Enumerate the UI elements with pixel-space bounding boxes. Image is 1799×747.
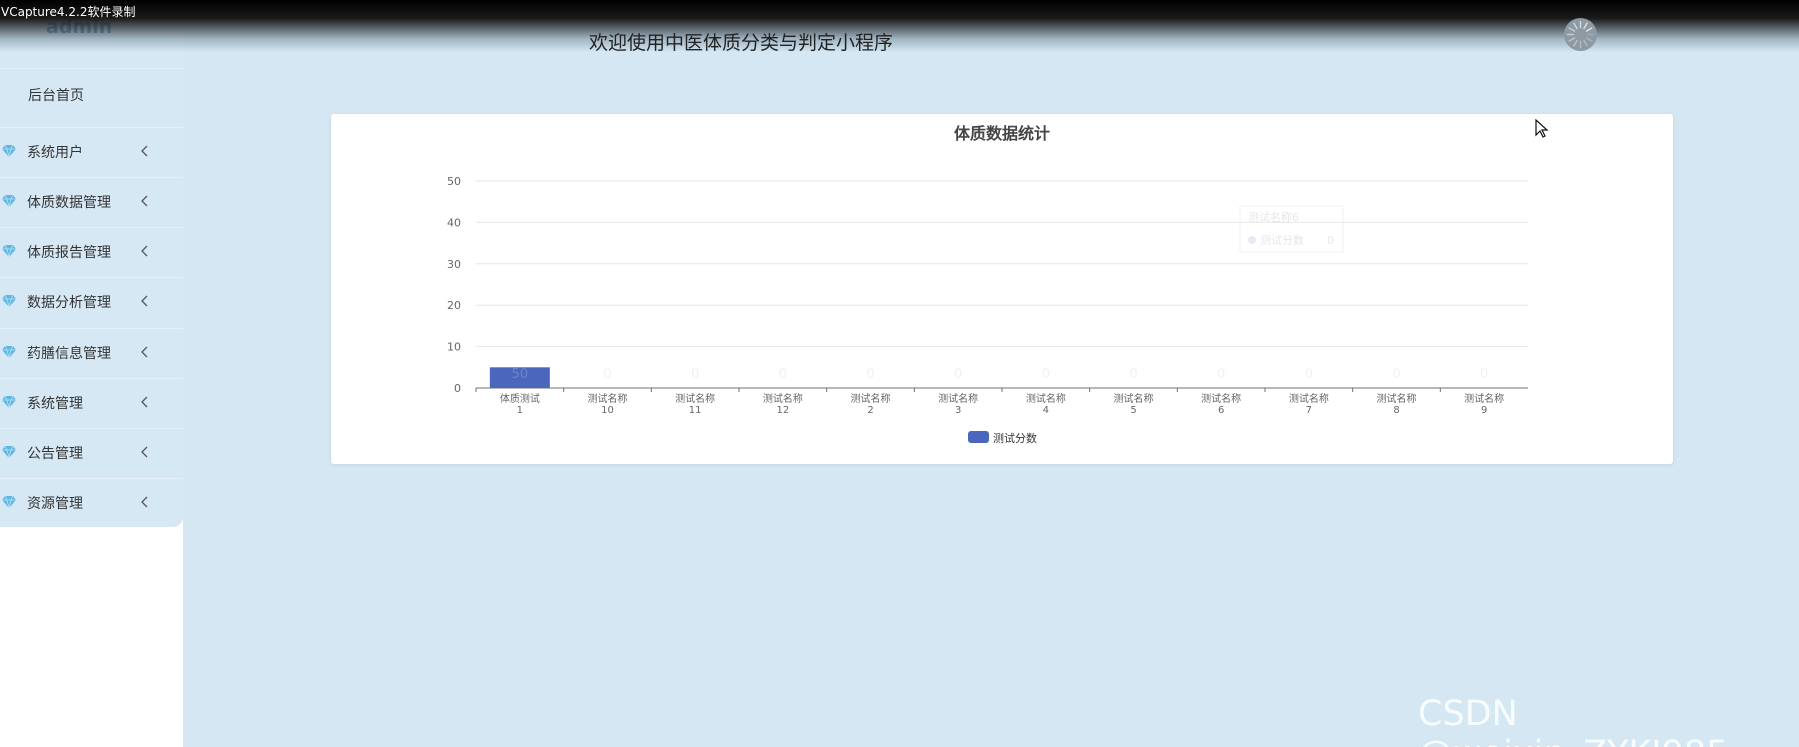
x-tick-label: 测试名称 (1201, 392, 1241, 405)
bar-chart: 体质数据统计0102030405050体质测试10测试名称100测试名称110测… (447, 124, 1528, 445)
sidebar-item-label: 数据分析管理 (27, 294, 111, 311)
data-label: 0 (1042, 367, 1050, 382)
sidebar-item-label: 公告管理 (27, 445, 83, 462)
x-tick-label: 测试名称 (1114, 392, 1154, 405)
y-tick-label: 10 (447, 341, 461, 354)
sidebar-item-label: 体质数据管理 (27, 194, 111, 211)
x-tick-label: 9 (1481, 405, 1487, 416)
sidebar-item-label: 系统用户 (27, 144, 83, 161)
tooltip-series: 测试分数 (1260, 234, 1304, 247)
diamond-icon (2, 496, 16, 508)
watermark: CSDN @weixin_ZYKJ985 (1418, 694, 1728, 747)
y-tick-label: 20 (447, 299, 461, 312)
sidebar-item[interactable]: 数据分析管理 (0, 277, 183, 325)
sidebar-item[interactable]: 体质数据管理 (0, 177, 183, 225)
x-tick-label: 5 (1130, 405, 1136, 416)
page-title: 欢迎使用中医体质分类与判定小程序 (589, 32, 894, 54)
chevron-left-icon (141, 145, 148, 157)
chevron-left-icon (141, 195, 148, 207)
capture-overlay (0, 0, 1799, 52)
x-tick-label: 测试名称 (938, 392, 978, 405)
diamond-icon (2, 446, 16, 458)
x-tick-label: 测试名称 (588, 392, 628, 405)
sidebar-item-home[interactable]: 后台首页 (0, 68, 183, 120)
x-tick-label: 测试名称 (1464, 392, 1504, 405)
data-label: 0 (603, 367, 611, 382)
chevron-left-icon (141, 295, 148, 307)
sidebar-item[interactable]: 系统管理 (0, 378, 183, 426)
x-tick-label: 测试名称 (1026, 392, 1066, 405)
legend-label: 测试分数 (993, 432, 1037, 445)
chevron-left-icon (141, 245, 148, 257)
y-tick-label: 50 (447, 175, 461, 188)
diamond-icon (2, 195, 16, 207)
legend-swatch (968, 431, 989, 443)
y-tick-label: 30 (447, 258, 461, 271)
diamond-icon (2, 396, 16, 408)
sidebar-item-label: 资源管理 (27, 495, 83, 512)
sidebar-item-label: 体质报告管理 (27, 244, 111, 261)
tooltip: 测试名称6 测试分数 0 (1239, 205, 1344, 253)
mouse-cursor-icon (1535, 118, 1549, 143)
chart-title: 体质数据统计 (954, 124, 1050, 143)
diamond-icon (2, 145, 16, 157)
x-tick-label: 测试名称 (851, 392, 891, 405)
tooltip-title: 测试名称6 (1248, 210, 1299, 224)
sidebar-item-label: 后台首页 (28, 87, 84, 104)
x-tick-label: 2 (867, 405, 873, 416)
data-label: 0 (954, 367, 962, 382)
sidebar-item[interactable]: 资源管理 (0, 478, 183, 526)
x-tick-label: 6 (1218, 405, 1224, 416)
data-label: 0 (1129, 367, 1137, 382)
chevron-left-icon (141, 496, 148, 508)
x-tick-label: 10 (601, 405, 614, 416)
diamond-icon (2, 295, 16, 307)
tooltip-value: 0 (1327, 234, 1334, 247)
sidebar-item-label: 系统管理 (27, 395, 83, 412)
sidebar-item[interactable]: 体质报告管理 (0, 227, 183, 275)
x-tick-label: 测试名称 (675, 392, 715, 405)
data-label: 0 (1480, 367, 1488, 382)
data-label: 0 (1217, 367, 1225, 382)
x-tick-label: 体质测试 (500, 392, 540, 405)
loading-spinner-icon (1564, 18, 1597, 51)
data-label: 0 (866, 367, 874, 382)
diamond-icon (2, 346, 16, 358)
x-tick-label: 1 (517, 405, 523, 416)
chevron-left-icon (141, 446, 148, 458)
x-tick-label: 4 (1043, 405, 1049, 416)
chart-panel: 体质数据统计 0 10 20 30 40 50 50 体质测试 1 0 测试名称 10 0 测试名称 11 0 测… (331, 114, 1673, 464)
sidebar-item[interactable]: 药膳信息管理 (0, 328, 183, 376)
x-tick-label: 12 (776, 405, 789, 416)
data-label: 0 (1392, 367, 1400, 382)
x-tick-label: 3 (955, 405, 961, 416)
chevron-left-icon (141, 346, 148, 358)
sidebar-item[interactable]: 系统用户 (0, 127, 183, 175)
capture-label: VCapture4.2.2软件录制 (1, 5, 136, 19)
sidebar-item-label: 药膳信息管理 (27, 345, 111, 362)
sidebar-item[interactable]: 公告管理 (0, 428, 183, 476)
y-tick-label: 40 (447, 216, 461, 229)
data-label: 0 (691, 367, 699, 382)
diamond-icon (2, 245, 16, 257)
x-tick-label: 测试名称 (1289, 392, 1329, 405)
chevron-left-icon (141, 396, 148, 408)
data-label: 0 (1305, 367, 1313, 382)
data-label: 50 (512, 367, 529, 382)
x-tick-label: 测试名称 (1377, 392, 1417, 405)
data-label: 0 (779, 367, 787, 382)
x-tick-label: 11 (689, 405, 702, 416)
x-tick-label: 8 (1393, 405, 1399, 416)
y-tick-label: 0 (454, 382, 461, 395)
x-tick-label: 测试名称 (763, 392, 803, 405)
x-tick-label: 7 (1306, 405, 1312, 416)
